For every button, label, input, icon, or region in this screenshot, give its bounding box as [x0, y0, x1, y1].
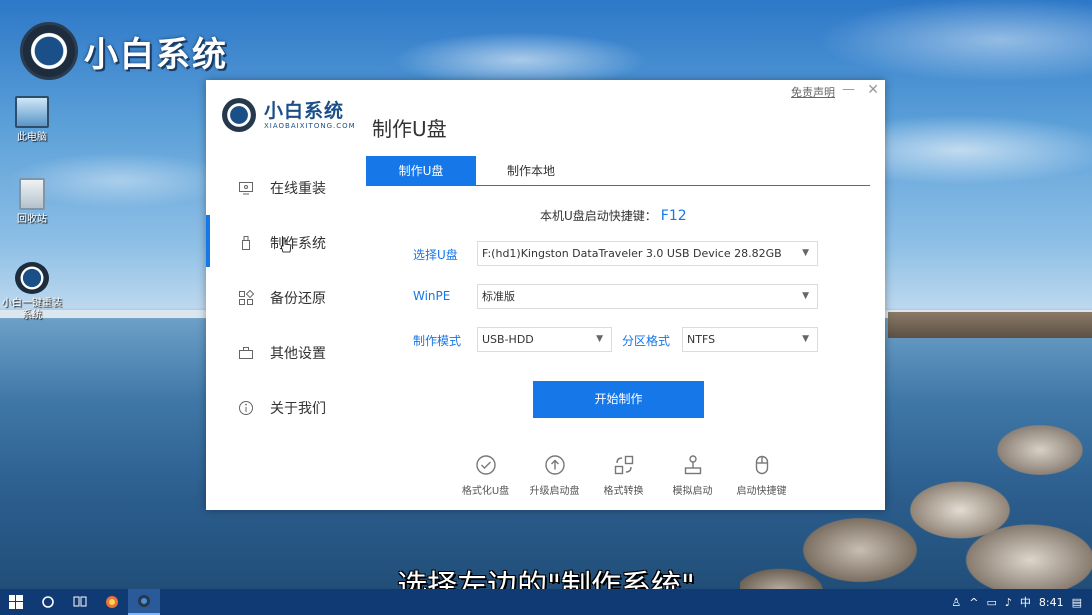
tool-upgrade-boot[interactable]: 升级启动盘: [520, 454, 589, 497]
chevron-up-icon[interactable]: ^: [969, 596, 978, 609]
dropdown-arrow-icon: ▼: [596, 334, 603, 344]
sidebar-item-other-settings[interactable]: 其他设置: [206, 325, 366, 380]
tool-format-usb[interactable]: 格式化U盘: [451, 454, 520, 497]
tool-label: 格式化U盘: [461, 486, 510, 497]
xiaobai-app-icon: [15, 262, 49, 294]
tool-bar: 格式化U盘 升级启动盘 格式转换 模拟启动 启动快捷键: [451, 454, 796, 497]
joystick-icon: [682, 454, 704, 476]
sidebar-item-label: 其他设置: [270, 345, 326, 362]
clock[interactable]: 8:41: [1039, 596, 1064, 609]
grid-icon: [238, 289, 254, 306]
sidebar-item-label: 制作系统: [270, 235, 326, 252]
dropdown-arrow-icon: ▼: [802, 334, 809, 344]
tool-simulate-boot[interactable]: 模拟启动: [658, 454, 727, 497]
start-button[interactable]: 开始制作: [533, 381, 704, 418]
tool-label: 模拟启动: [672, 486, 713, 497]
monitor-icon: [238, 180, 254, 196]
desktop-icon-label: 回收站: [17, 214, 47, 225]
sidebar-item-label: 关于我们: [270, 400, 326, 417]
taskbar-browser[interactable]: [96, 589, 128, 615]
tool-label: 升级启动盘: [529, 486, 580, 497]
shortcut-label: 本机U盘启动快捷键：: [540, 209, 657, 223]
partition-select-value: NTFS: [687, 333, 716, 346]
mode-label: 制作模式: [413, 334, 462, 348]
brand-name: 小白系统: [84, 34, 228, 75]
logo-subtitle: XIAOBAIXITONG.COM: [264, 122, 356, 130]
system-tray: ♙ ^ ▭ ♪ 中 8:41 ▤: [951, 589, 1092, 615]
sidebar-item-label: 备份还原: [270, 290, 326, 307]
recycle-bin-icon: [19, 178, 45, 210]
search-button[interactable]: [32, 589, 64, 615]
sidebar-item-online-reinstall[interactable]: 在线重装: [206, 160, 366, 215]
close-button[interactable]: ✕: [867, 82, 879, 98]
desktop-brand: 小白系统: [20, 22, 228, 80]
usb-icon: [238, 235, 254, 251]
sidebar: 在线重装 制作系统 备份还原 其他设置 关于我们: [206, 160, 366, 435]
dropdown-arrow-icon: ▼: [802, 291, 809, 301]
tool-boot-shortcut[interactable]: 启动快捷键: [727, 454, 796, 497]
network-icon[interactable]: ▭: [986, 596, 996, 609]
task-view-button[interactable]: [64, 589, 96, 615]
desktop-icon-label: 小白一键重装系统: [2, 298, 62, 321]
desktop-icon-recycle-bin[interactable]: 回收站: [2, 178, 62, 226]
logo-icon: [222, 98, 256, 132]
partition-label: 分区格式: [622, 334, 671, 348]
sidebar-item-about-us[interactable]: 关于我们: [206, 380, 366, 435]
start-menu-button[interactable]: [0, 589, 32, 615]
task-view-icon: [73, 596, 87, 607]
winpe-select-value: 标准版: [482, 290, 515, 303]
taskbar: ♙ ^ ▭ ♪ 中 8:41 ▤: [0, 589, 1092, 615]
usb-select[interactable]: F:(hd1)Kingston DataTraveler 3.0 USB Dev…: [477, 241, 818, 266]
arrow-up-circle-icon: [544, 454, 566, 476]
browser-icon: [106, 596, 118, 608]
ime-indicator[interactable]: 中: [1020, 594, 1031, 610]
people-icon[interactable]: ♙: [951, 596, 961, 609]
main-window: 小白系统 XIAOBAIXITONG.COM 制作U盘 免责声明 — ✕ 在线重…: [206, 80, 885, 510]
desktop-icon-label: 此电脑: [17, 132, 47, 143]
page-title: 制作U盘: [372, 117, 447, 141]
cortana-icon: [42, 596, 54, 608]
tool-label: 启动快捷键: [736, 486, 787, 497]
shortcut-info: 本机U盘启动快捷键： F12: [540, 207, 687, 224]
mouse-icon: [751, 454, 773, 476]
taskbar-xiaobai-app[interactable]: [128, 589, 160, 615]
brand-logo-icon: [20, 22, 78, 80]
tab-bar: 制作U盘 制作本地: [366, 156, 870, 186]
usb-select-value: F:(hd1)Kingston DataTraveler 3.0 USB Dev…: [482, 247, 782, 260]
convert-icon: [613, 454, 635, 476]
pier: [888, 312, 1092, 338]
tool-label: 格式转换: [603, 486, 644, 497]
disclaimer-link[interactable]: 免责声明: [791, 84, 835, 100]
tool-format-convert[interactable]: 格式转换: [589, 454, 658, 497]
notification-icon[interactable]: ▤: [1072, 596, 1082, 609]
xiaobai-app-icon: [138, 595, 150, 607]
check-circle-icon: [475, 454, 497, 476]
window-logo: 小白系统 XIAOBAIXITONG.COM: [222, 98, 356, 132]
mode-select-value: USB-HDD: [482, 333, 534, 346]
winpe-label: WinPE: [413, 289, 451, 303]
sidebar-item-backup-restore[interactable]: 备份还原: [206, 270, 366, 325]
hand-cursor-icon: [280, 237, 292, 253]
minimize-button[interactable]: —: [842, 82, 855, 97]
desktop-icon-xiaobai[interactable]: 小白一键重装系统: [2, 262, 62, 322]
briefcase-icon: [238, 345, 254, 361]
dropdown-arrow-icon: ▼: [802, 248, 809, 258]
tab-make-local[interactable]: 制作本地: [476, 156, 586, 186]
usb-select-label: 选择U盘: [413, 248, 458, 262]
partition-select[interactable]: NTFS ▼: [682, 327, 818, 352]
info-icon: [238, 400, 254, 416]
desktop-icon-this-pc[interactable]: 此电脑: [2, 96, 62, 144]
tab-make-usb[interactable]: 制作U盘: [366, 156, 476, 186]
shortcut-key: F12: [660, 208, 687, 224]
logo-title: 小白系统: [264, 100, 345, 122]
sidebar-item-label: 在线重装: [270, 180, 326, 197]
winpe-select[interactable]: 标准版 ▼: [477, 284, 818, 309]
windows-icon: [9, 595, 23, 609]
computer-icon: [15, 96, 49, 128]
volume-icon[interactable]: ♪: [1005, 596, 1012, 609]
mode-select[interactable]: USB-HDD ▼: [477, 327, 612, 352]
